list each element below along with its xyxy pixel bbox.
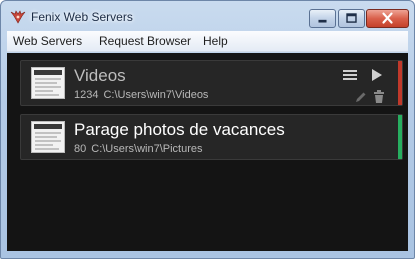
menu-help[interactable]: Help [203, 34, 228, 48]
title-bar[interactable]: Fenix Web Servers [1, 1, 414, 31]
app-window: Fenix Web Servers Web Servers Request Br… [0, 0, 415, 259]
server-name: Videos [74, 66, 126, 85]
maximize-button[interactable] [338, 9, 365, 28]
close-button[interactable] [366, 9, 409, 28]
server-card-pictures[interactable]: Parage photos de vacances 80 C:\Users\win… [20, 114, 403, 160]
close-icon [382, 12, 393, 24]
server-thumbnail [31, 121, 65, 153]
server-request-count: 80 [74, 143, 87, 155]
window-title: Fenix Web Servers [31, 10, 133, 24]
play-icon[interactable] [371, 68, 383, 82]
server-list: Videos 1234 C:\Users\win7\Videos Parage … [7, 53, 408, 251]
server-meta: 80 C:\Users\win7\Pictures [74, 143, 203, 155]
fenix-logo-icon [10, 10, 26, 24]
server-path: C:\Users\win7\Videos [103, 89, 209, 101]
server-thumbnail [31, 67, 65, 99]
menu-request-browser[interactable]: Request Browser [99, 34, 191, 48]
server-path: C:\Users\win7\Pictures [91, 143, 203, 155]
minimize-icon [318, 19, 327, 23]
minimize-button[interactable] [309, 9, 336, 28]
server-request-count: 1234 [74, 89, 99, 101]
trash-icon[interactable] [373, 90, 385, 103]
menu-icon[interactable] [343, 69, 357, 81]
status-indicator-running [398, 115, 402, 159]
server-card-videos[interactable]: Videos 1234 C:\Users\win7\Videos [20, 60, 403, 106]
server-meta: 1234 C:\Users\win7\Videos [74, 89, 208, 101]
menu-bar: Web Servers Request Browser Help [7, 31, 408, 52]
edit-icon[interactable] [355, 91, 367, 103]
menu-web-servers[interactable]: Web Servers [13, 34, 82, 48]
server-name: Parage photos de vacances [74, 120, 285, 139]
maximize-icon [346, 13, 357, 23]
status-indicator-stopped [398, 61, 402, 105]
